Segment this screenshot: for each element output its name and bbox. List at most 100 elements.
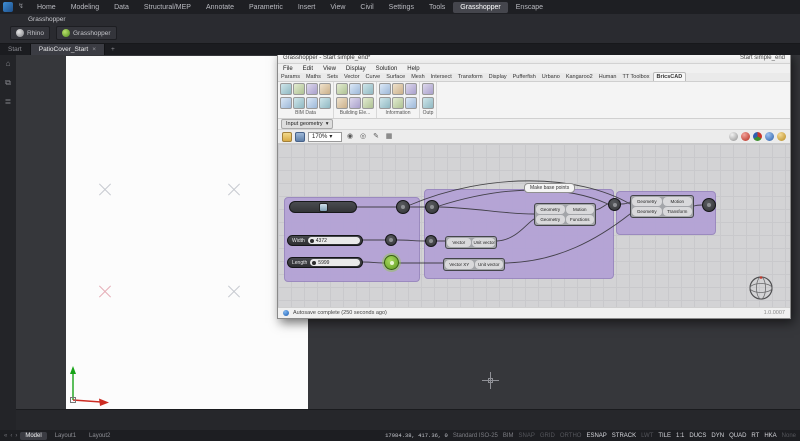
status-toggle[interactable]: None — [782, 433, 796, 439]
gh-menu-item[interactable]: Solution — [371, 66, 403, 72]
vector-xy-component[interactable]: Vector XY Unit vector — [443, 258, 505, 271]
menu-tab[interactable]: Structural/MEP — [137, 2, 198, 13]
component-icon[interactable] — [379, 83, 391, 95]
component-icon[interactable] — [349, 83, 361, 95]
menu-tab[interactable]: Civil — [353, 2, 380, 13]
close-tab-icon[interactable]: × — [92, 46, 96, 53]
gh-group-label[interactable]: Outp — [422, 110, 434, 118]
gh-tab[interactable]: Display — [486, 73, 510, 81]
component-icon[interactable] — [306, 83, 318, 95]
save-file-icon[interactable] — [295, 131, 305, 142]
slider-knob[interactable] — [309, 238, 314, 243]
preview-eye-icon[interactable]: ◉ — [345, 132, 355, 142]
param-node[interactable] — [396, 200, 410, 214]
status-toggle[interactable]: RT — [751, 433, 759, 439]
status-toggle[interactable]: 1:1 — [676, 433, 684, 439]
gh-menu-item[interactable]: Edit — [298, 66, 318, 72]
status-toggle[interactable]: SNAP — [519, 433, 535, 439]
unit-vector-component[interactable]: Vector Unit vector — [445, 236, 497, 249]
component-icon[interactable] — [392, 97, 404, 109]
component-icon[interactable] — [362, 97, 374, 109]
group-label[interactable]: Make base points — [524, 183, 576, 193]
param-node[interactable] — [702, 198, 716, 212]
menu-tab[interactable]: Home — [30, 2, 63, 13]
gh-tab[interactable]: Params — [278, 73, 303, 81]
gh-tab[interactable]: TT Toolbox — [619, 73, 652, 81]
zoom-dropdown[interactable]: 170% ▾ — [308, 131, 342, 142]
status-toggle[interactable]: LWT — [641, 433, 653, 439]
gh-group-label[interactable]: BIM Data — [280, 110, 331, 118]
doc-tab-patiocover[interactable]: PatioCover_Start × — [30, 44, 106, 55]
slider-track[interactable]: 4372 — [307, 237, 360, 244]
menu-tab[interactable]: Grasshopper — [453, 1, 508, 13]
menu-tab[interactable]: Tools — [422, 2, 452, 13]
point-marker[interactable] — [227, 182, 241, 196]
slider-knob[interactable] — [312, 260, 317, 265]
layout-tab[interactable]: Layout1 — [50, 432, 81, 440]
next-layout-icon[interactable]: › — [15, 433, 17, 439]
transform-component[interactable]: Geometry Motion Geometry Transform — [630, 195, 694, 218]
gh-tab[interactable]: Surface — [383, 73, 408, 81]
geometry-pipeline-node[interactable] — [289, 201, 357, 213]
component-icon[interactable] — [306, 97, 318, 109]
grasshopper-button[interactable]: Grasshopper — [55, 26, 117, 40]
slider-track[interactable]: 5999 — [310, 259, 360, 266]
status-toggle[interactable]: DUCS — [689, 433, 706, 439]
input-geometry-dropdown[interactable]: Input geometry ▾ — [281, 119, 334, 129]
preview-shaded-icon[interactable] — [753, 132, 762, 141]
layers-icon[interactable]: ≣ — [3, 97, 13, 107]
gh-tab[interactable]: Human — [596, 73, 620, 81]
status-toggle[interactable]: QUAD — [729, 433, 746, 439]
gh-tab[interactable]: Intersect — [428, 73, 455, 81]
gh-group-label[interactable]: Information — [379, 110, 417, 118]
gh-tab[interactable]: Vector — [341, 73, 363, 81]
component-icon[interactable] — [280, 97, 292, 109]
component-icon[interactable] — [319, 83, 331, 95]
menu-tab[interactable]: Insert — [291, 2, 323, 13]
menu-tab[interactable]: Enscape — [509, 2, 550, 13]
preview-wire-icon[interactable] — [741, 132, 750, 141]
component-icon[interactable] — [293, 83, 305, 95]
gh-tab[interactable]: Kangaroo2 — [563, 73, 596, 81]
rhino-button[interactable]: Rhino — [10, 26, 50, 40]
gh-tab[interactable]: Sets — [324, 73, 341, 81]
point-marker[interactable] — [227, 284, 241, 298]
home-icon[interactable]: ⌂ — [3, 59, 13, 69]
menu-tab[interactable]: Settings — [382, 2, 421, 13]
layout-tab[interactable]: Layout2 — [84, 432, 115, 440]
menu-tab[interactable]: Annotate — [199, 2, 241, 13]
gh-menu-item[interactable]: Help — [402, 66, 424, 72]
param-node[interactable] — [608, 198, 621, 211]
command-line-area[interactable] — [16, 409, 800, 430]
status-toggle[interactable]: GRID — [540, 433, 555, 439]
gh-tab[interactable]: Curve — [363, 73, 384, 81]
width-slider[interactable]: Width 4372 — [287, 235, 363, 246]
doc-tab-start[interactable]: Start — [0, 44, 31, 55]
component-icon[interactable] — [392, 83, 404, 95]
gh-menu-item[interactable]: File — [278, 66, 298, 72]
gh-tab[interactable]: Mesh — [408, 73, 427, 81]
param-node[interactable] — [385, 234, 397, 246]
status-toggle[interactable]: ESNAP — [586, 433, 606, 439]
gh-node-canvas[interactable]: Make base points Width 4372 Length 5999 — [278, 144, 790, 307]
menu-tab[interactable]: Data — [107, 2, 136, 13]
component-icon[interactable] — [422, 83, 434, 95]
component-icon[interactable] — [336, 97, 348, 109]
prev-layout-icon[interactable]: ‹ — [10, 433, 12, 439]
menu-tab[interactable]: Parametric — [242, 2, 290, 13]
zoom-tool-icon[interactable]: ◎ — [358, 132, 368, 142]
canvas-compass-icon[interactable] — [748, 275, 774, 301]
panels-icon[interactable]: ⧉ — [3, 78, 13, 88]
length-slider[interactable]: Length 5999 — [287, 257, 363, 268]
component-icon[interactable] — [405, 83, 417, 95]
component-icon[interactable] — [422, 97, 434, 109]
menu-tab[interactable]: View — [323, 2, 352, 13]
component-icon[interactable] — [280, 83, 292, 95]
component-icon[interactable] — [293, 97, 305, 109]
preview-custom-icon[interactable] — [777, 132, 786, 141]
param-node[interactable] — [425, 235, 437, 247]
component-icon[interactable] — [349, 97, 361, 109]
param-node-selected[interactable] — [384, 255, 399, 270]
quick-access-icon[interactable]: ↯ — [17, 2, 25, 12]
workspace-indicator[interactable]: BIM — [503, 433, 514, 439]
